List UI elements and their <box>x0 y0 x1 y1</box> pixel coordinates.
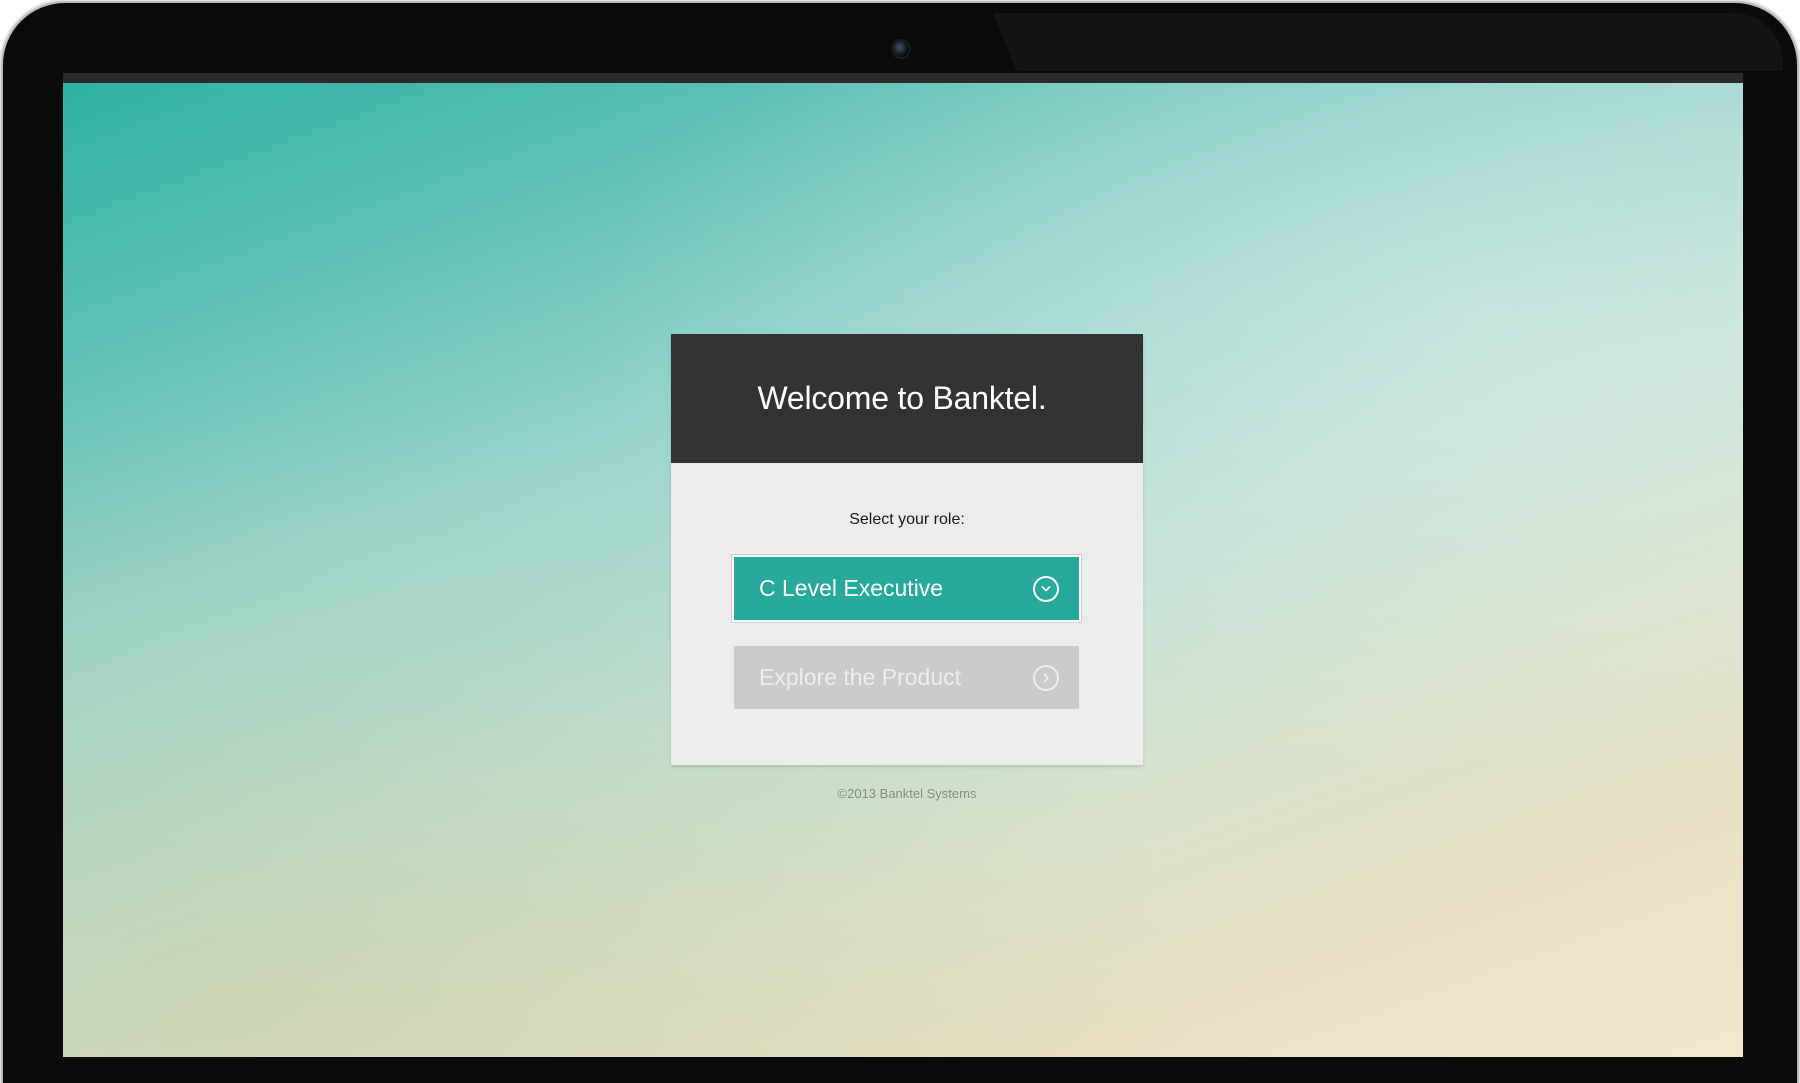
role-prompt-label: Select your role: <box>849 511 965 528</box>
chevron-right-circle-icon <box>1033 664 1059 691</box>
screen-top-strip <box>63 73 1743 83</box>
laptop-frame: Welcome to Banktel. Select your role: C … <box>3 3 1797 1083</box>
chevron-down-circle-icon <box>1033 575 1059 602</box>
copyright-text: ©2013 Banktel Systems <box>837 786 977 801</box>
camera-icon <box>893 41 909 57</box>
explore-product-button[interactable]: Explore the Product <box>734 646 1079 709</box>
welcome-title: Welcome to Banktel. <box>757 380 1047 416</box>
role-select-dropdown[interactable]: C Level Executive <box>734 557 1079 620</box>
explore-product-label: Explore the Product <box>759 664 962 690</box>
role-selected-value: C Level Executive <box>759 575 944 601</box>
bezel-reflection <box>993 13 1783 71</box>
app-screen: Welcome to Banktel. Select your role: C … <box>63 73 1743 1057</box>
welcome-card: Welcome to Banktel. Select your role: C … <box>671 334 1143 765</box>
welcome-header: Welcome to Banktel. <box>671 334 1143 463</box>
